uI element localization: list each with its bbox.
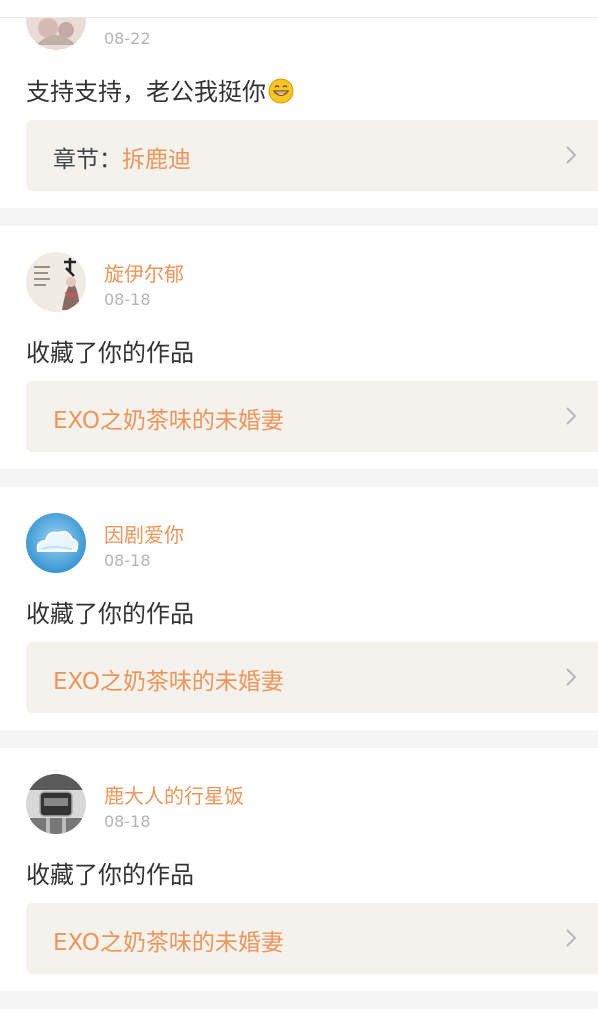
notification-date: 08-22 [104,29,151,48]
work-link[interactable]: EXO之奶茶味的未婚妻 [26,903,598,974]
chevron-right-icon [566,407,577,425]
avatar[interactable] [26,774,86,834]
chevron-right-icon [566,929,577,947]
notification-date: 08-18 [104,290,151,309]
notification-card: 08-22 支持支持，老公我挺你 章节：拆鹿迪 [0,0,598,208]
chapter-prefix: 章节： [53,147,122,173]
user-name[interactable]: 旋伊尔郁 [104,258,184,287]
work-title-text: EXO之奶茶味的未婚妻 [53,408,284,434]
notification-card: 旋伊尔郁 08-18 收藏了你的作品 EXO之奶茶味的未婚妻 [0,226,598,469]
work-title: EXO之奶茶味的未婚妻 [53,662,284,696]
comment-text: 支持支持，老公我挺你 [26,78,266,106]
work-title-text: EXO之奶茶味的未婚妻 [53,930,284,956]
notification-date: 08-18 [104,551,151,570]
avatar[interactable] [26,252,86,312]
notification-text: 收藏了你的作品 [26,339,194,367]
chapter-link[interactable]: 章节：拆鹿迪 [26,120,598,191]
chevron-right-icon [566,668,577,686]
work-title: EXO之奶茶味的未婚妻 [53,923,284,957]
chevron-right-icon [566,146,577,164]
notification-card: 鹿大人的行星饭 08-18 收藏了你的作品 EXO之奶茶味的未婚妻 [0,748,598,991]
notification-page: 08-22 支持支持，老公我挺你 章节：拆鹿迪 旋伊尔郁 08-18 收藏了你的… [0,0,598,1024]
notification-card [0,1009,598,1024]
work-link[interactable]: EXO之奶茶味的未婚妻 [26,381,598,452]
notification-text: 支持支持，老公我挺你 [26,72,294,107]
avatar[interactable] [26,513,86,573]
chapter-title: 拆鹿迪 [122,147,191,173]
work-title-text: EXO之奶茶味的未婚妻 [53,669,284,695]
grinning-face-icon [268,78,294,104]
notification-card: 因剧爱你 08-18 收藏了你的作品 EXO之奶茶味的未婚妻 [0,487,598,730]
notification-text: 收藏了你的作品 [26,600,194,628]
work-title: EXO之奶茶味的未婚妻 [53,401,284,435]
header-divider [0,0,598,18]
user-name[interactable]: 鹿大人的行星饭 [104,780,244,809]
notification-text: 收藏了你的作品 [26,861,194,889]
user-name[interactable]: 因剧爱你 [104,519,184,548]
notification-date: 08-18 [104,812,151,831]
work-link[interactable]: EXO之奶茶味的未婚妻 [26,642,598,713]
chapter-link-label: 章节：拆鹿迪 [53,140,191,174]
